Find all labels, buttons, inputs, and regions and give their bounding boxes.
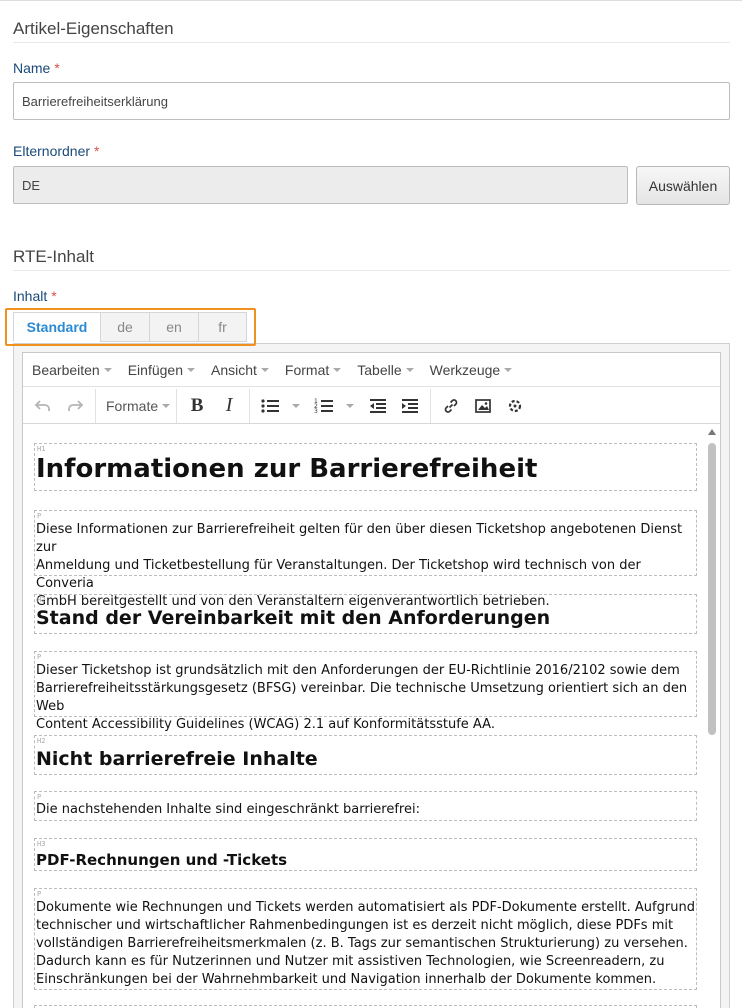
parent-folder-input[interactable]: [13, 166, 628, 204]
block-tag: H2: [37, 737, 46, 745]
heading-block[interactable]: H2 Nicht barrierefreie Inhalte: [34, 735, 697, 775]
section-title-article-properties: Artikel-Eigenschaften: [13, 19, 174, 38]
bullet-list-icon[interactable]: [256, 392, 284, 420]
svg-text:3: 3: [314, 408, 318, 415]
menu-label: Einfügen: [127, 361, 183, 378]
block-tag: H1: [37, 445, 46, 453]
heading-block[interactable]: H3 PDF-Rechnungen und -Tickets: [34, 838, 697, 871]
name-input[interactable]: [13, 82, 730, 120]
formats-label: Formate: [106, 397, 159, 414]
block-tag: P: [37, 512, 42, 520]
toolbar-separator: [95, 388, 96, 423]
chevron-down-icon: [504, 367, 513, 372]
menu-label: Format: [284, 361, 330, 378]
heading-block[interactable]: H2 Stand der Vereinbarkeit mit den Anfor…: [34, 594, 697, 634]
required-mark: *: [94, 143, 100, 159]
menu-edit[interactable]: Bearbeiten: [32, 362, 112, 378]
subsection-heading: PDF-Rechnungen und -Tickets: [36, 851, 288, 869]
editor-menubar: Bearbeiten Einfügen Ansicht Format Tabel…: [23, 353, 720, 387]
chevron-down-icon: [187, 367, 195, 372]
paragraph-line: Content Accessibility Guidelines (WCAG) …: [36, 717, 495, 732]
paragraph-line: Anmeldung und Ticketbestellung für Veran…: [36, 558, 641, 591]
paragraph-line: technischer und wirtschaftlicher Rahmenb…: [36, 918, 674, 933]
name-label-text: Name: [13, 60, 51, 76]
editor-content[interactable]: H1 Informationen zur Barrierefreiheit P …: [23, 425, 706, 1008]
section-divider: [13, 270, 730, 271]
rich-text-editor: Bearbeiten Einfügen Ansicht Format Tabel…: [22, 352, 721, 1008]
chevron-down-icon: [162, 403, 171, 408]
menu-view[interactable]: Ansicht: [211, 362, 269, 378]
chevron-down-icon: [405, 367, 414, 372]
paragraph-line: Die nachstehenden Inhalte sind eingeschr…: [36, 802, 420, 817]
section-divider: [13, 42, 730, 43]
paragraph-block[interactable]: P Die nachstehenden Inhalte sind eingesc…: [34, 791, 697, 821]
image-icon[interactable]: [469, 392, 497, 420]
paragraph-line: Diese Informationen zur Barrierefreiheit…: [36, 522, 683, 555]
paragraph-text: Die nachstehenden Inhalte sind eingeschr…: [36, 801, 695, 819]
numbered-list-icon[interactable]: 123: [310, 392, 338, 420]
italic-icon[interactable]: I: [215, 392, 243, 420]
block-tag: H3: [37, 840, 46, 848]
bold-icon[interactable]: B: [183, 392, 211, 420]
toolbar-separator: [430, 388, 432, 423]
toolbar-separator: [176, 388, 178, 423]
indent-icon[interactable]: [396, 392, 424, 420]
block-tag: P: [37, 793, 42, 801]
outdent-icon[interactable]: [364, 392, 392, 420]
content-label: Inhalt *: [13, 288, 57, 304]
parent-folder-label-text: Elternordner: [13, 143, 91, 159]
select-parent-folder-button[interactable]: Auswählen: [636, 166, 730, 205]
paragraph-block[interactable]: P Diese Informationen zur Barrierefreihe…: [34, 510, 697, 609]
chevron-down-icon: [333, 367, 342, 372]
scroll-up-arrow-icon[interactable]: [708, 429, 716, 435]
chevron-down-icon: [103, 367, 112, 372]
block-tag: P: [37, 890, 42, 898]
menu-format[interactable]: Format: [284, 361, 342, 378]
paragraph-block[interactable]: P Dokumente wie Rechnungen und Tickets w…: [34, 888, 697, 990]
menu-tools[interactable]: Werkzeuge: [430, 362, 513, 378]
tabs-focus-highlight: [5, 308, 256, 346]
spellcheck-icon[interactable]: [501, 392, 529, 420]
link-icon[interactable]: [437, 392, 465, 420]
block-tag: P: [37, 653, 42, 661]
chevron-down-icon: [260, 367, 269, 372]
section-title-rte-content: RTE-Inhalt: [13, 247, 94, 266]
name-label: Name *: [13, 60, 60, 76]
required-mark: *: [51, 288, 57, 304]
paragraph-line: Einschränkungen bei der Wahrnehmbarkeit …: [36, 972, 657, 987]
menu-label: Bearbeiten: [32, 361, 100, 378]
paragraph-text: Dokumente wie Rechnungen und Tickets wer…: [36, 899, 695, 989]
paragraph-block[interactable]: P Dieser Ticketshop ist grundsätzlich mi…: [34, 651, 697, 732]
paragraph-text: Dieser Ticketshop ist grundsätzlich mit …: [36, 662, 695, 734]
formats-dropdown[interactable]: Formate: [102, 398, 174, 414]
menu-label: Ansicht: [211, 361, 257, 378]
content-label-text: Inhalt: [13, 288, 48, 304]
menu-insert[interactable]: Einfügen: [128, 362, 195, 378]
editor-scrollbar[interactable]: [705, 425, 719, 1008]
redo-icon[interactable]: [61, 392, 89, 420]
editor-toolbar: Formate B I 123: [23, 388, 720, 424]
page-heading: Informationen zur Barrierefreiheit: [36, 454, 538, 484]
undo-icon[interactable]: [29, 392, 57, 420]
parent-folder-label: Elternordner *: [13, 143, 100, 159]
required-mark: *: [54, 60, 60, 76]
heading-block[interactable]: H1 Informationen zur Barrierefreiheit: [34, 443, 697, 491]
section-heading: Stand der Vereinbarkeit mit den Anforder…: [36, 607, 551, 629]
paragraph-line: Dadurch kann es für Nutzerinnen und Nutz…: [36, 954, 665, 969]
block-tag: H2: [37, 596, 46, 604]
paragraph-line: Dieser Ticketshop ist grundsätzlich mit …: [36, 663, 680, 678]
paragraph-line: vollständigen Barrierefreiheitsmerkmalen…: [36, 936, 688, 951]
menu-table[interactable]: Tabelle: [357, 361, 414, 378]
top-divider: [0, 0, 742, 1]
scrollbar-thumb[interactable]: [708, 443, 716, 735]
chevron-down-icon[interactable]: [292, 403, 301, 408]
toolbar-separator: [249, 388, 251, 423]
menu-label: Werkzeuge: [429, 361, 501, 378]
paragraph-line: Dokumente wie Rechnungen und Tickets wer…: [36, 900, 695, 915]
section-heading: Nicht barrierefreie Inhalte: [36, 748, 318, 770]
chevron-down-icon[interactable]: [346, 403, 355, 408]
paragraph-line: Barrierefreiheitsstärkungsgesetz (BFSG) …: [36, 681, 688, 714]
menu-label: Tabelle: [357, 361, 402, 378]
